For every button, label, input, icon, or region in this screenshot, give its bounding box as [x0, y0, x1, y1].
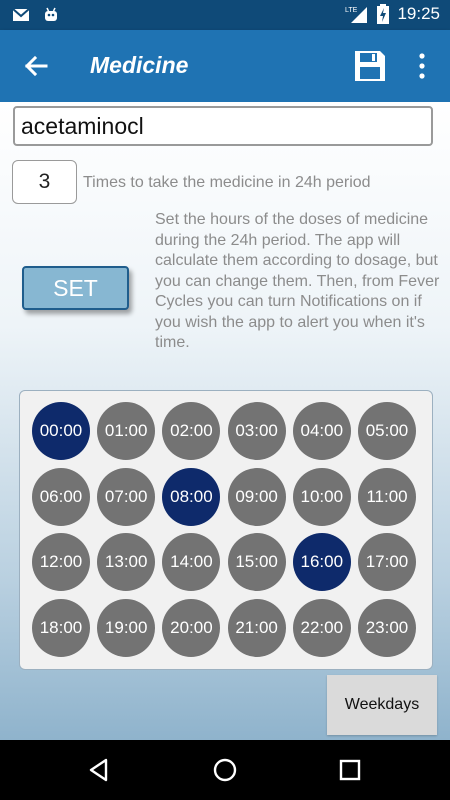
times-per-day-input[interactable]: 3 [12, 160, 77, 204]
page-title: Medicine [90, 52, 189, 78]
medicine-name-input[interactable]: acetaminocl [13, 106, 433, 146]
hour-button[interactable]: 01:00 [97, 402, 156, 460]
hour-button[interactable]: 16:00 [292, 533, 351, 592]
hour-button[interactable]: 05:00 [358, 402, 416, 460]
hour-button[interactable]: 20:00 [162, 598, 221, 657]
hour-button[interactable]: 13:00 [97, 533, 156, 592]
recents-square-icon[interactable] [337, 757, 363, 783]
system-nav-bar [0, 740, 450, 800]
hour-button[interactable]: 19:00 [97, 598, 156, 657]
hour-button[interactable]: 15:00 [227, 533, 286, 592]
back-triangle-icon[interactable] [86, 757, 112, 783]
home-circle-icon[interactable] [212, 757, 238, 783]
hour-button[interactable]: 14:00 [162, 533, 221, 592]
svg-text:LTE: LTE [345, 7, 358, 14]
hour-button[interactable]: 09:00 [227, 467, 286, 526]
hour-button[interactable]: 11:00 [358, 467, 416, 526]
gmail-icon [12, 8, 30, 21]
medicine-form: acetaminocl 3 Times to take the medicine… [0, 102, 450, 740]
hour-button[interactable]: 21:00 [227, 598, 286, 657]
instructions-text: Set the hours of the doses of medicine d… [155, 211, 440, 351]
hour-button[interactable]: 04:00 [292, 402, 351, 460]
hour-button[interactable]: 10:00 [292, 467, 351, 526]
hour-button[interactable]: 08:00 [162, 467, 221, 526]
more-vert-icon[interactable] [412, 50, 432, 82]
set-button[interactable]: SET [22, 266, 129, 310]
status-bar: LTE 19:25 [0, 0, 450, 30]
weekdays-button[interactable]: Weekdays [327, 675, 437, 735]
hour-button[interactable]: 12:00 [32, 533, 90, 592]
hour-button[interactable]: 07:00 [97, 467, 156, 526]
hour-button[interactable]: 22:00 [292, 598, 351, 657]
status-time: 19:25 [397, 4, 440, 23]
app-bar: Medicine [0, 30, 450, 102]
hour-button[interactable]: 18:00 [32, 598, 90, 657]
hour-button[interactable]: 17:00 [358, 533, 416, 592]
hour-button[interactable]: 00:00 [32, 402, 90, 460]
signal-icon: LTE [345, 7, 368, 23]
hours-grid: 00:00 01:00 02:00 03:00 04:00 05:00 06:00 07:00… [19, 390, 433, 670]
arrow-back-icon[interactable] [20, 50, 52, 82]
hour-button[interactable]: 03:00 [227, 402, 286, 460]
hour-button[interactable]: 06:00 [32, 467, 90, 526]
times-per-day-label: Times to take the medicine in 24h period [83, 174, 371, 191]
android-icon [45, 7, 57, 21]
hour-button[interactable]: 02:00 [162, 402, 221, 460]
battery-charging-icon [377, 4, 390, 24]
hour-button[interactable]: 23:00 [358, 598, 416, 657]
save-icon[interactable] [352, 48, 388, 84]
